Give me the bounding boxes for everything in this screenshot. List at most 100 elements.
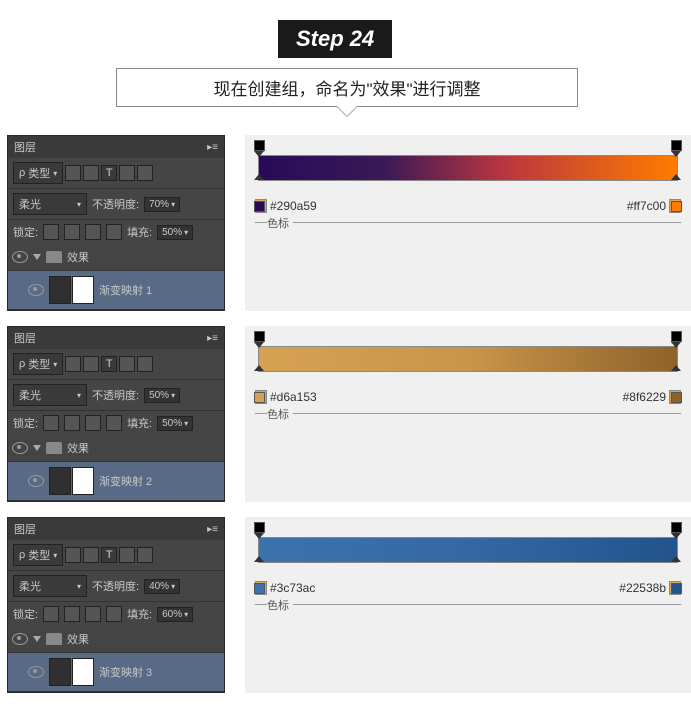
opacity-stop-left[interactable] xyxy=(254,140,265,156)
filter-type-dropdown[interactable]: ρ类型▾ xyxy=(13,544,63,566)
filter-type-dropdown[interactable]: ρ类型▾ xyxy=(13,162,63,184)
panel-title-text: 图层 xyxy=(14,521,36,537)
visibility-eye-icon[interactable] xyxy=(28,475,44,487)
mask-thumb xyxy=(72,276,94,304)
opacity-stop-right[interactable] xyxy=(671,331,682,347)
group-name: 效果 xyxy=(67,249,89,265)
filter-adjust-icon[interactable] xyxy=(83,547,99,563)
fill-label: 填充: xyxy=(127,415,152,431)
opacity-value[interactable]: 50%▾ xyxy=(144,388,180,403)
layer-row[interactable]: 渐变映射 1 xyxy=(8,271,224,310)
adjustment-thumb xyxy=(49,276,71,304)
adjustment-thumb xyxy=(49,658,71,686)
filter-smart-icon[interactable] xyxy=(137,165,153,181)
gradient-bar[interactable] xyxy=(258,537,678,563)
opacity-label: 不透明度: xyxy=(92,578,139,594)
filter-smart-icon[interactable] xyxy=(137,547,153,563)
blend-mode-dropdown[interactable]: 柔光▾ xyxy=(13,575,87,597)
layers-list: 效果 渐变映射 3 xyxy=(8,626,224,692)
disclosure-triangle-icon[interactable] xyxy=(33,445,41,451)
lock-pos-icon[interactable] xyxy=(85,224,101,240)
color-stop-left[interactable] xyxy=(254,562,265,578)
lock-row: 锁定: 填充: 50%▾ xyxy=(8,219,224,244)
gradient-bar[interactable] xyxy=(258,346,678,372)
color-stop-right[interactable] xyxy=(671,562,682,578)
lock-pixel-icon[interactable] xyxy=(64,224,80,240)
color-stop-left[interactable] xyxy=(254,371,265,387)
panel-menu-icon[interactable]: ▸≡ xyxy=(207,333,218,344)
fill-value[interactable]: 60%▾ xyxy=(157,607,193,622)
mask-thumb xyxy=(72,658,94,686)
group-row[interactable]: 效果 xyxy=(8,244,224,271)
folder-icon xyxy=(46,442,62,454)
fill-value[interactable]: 50%▾ xyxy=(157,416,193,431)
group-row[interactable]: 效果 xyxy=(8,626,224,653)
lock-row: 锁定: 填充: 50%▾ xyxy=(8,410,224,435)
blend-mode-dropdown[interactable]: 柔光▾ xyxy=(13,193,87,215)
hex-row: #d6a153 #8f6229 xyxy=(255,388,681,410)
color-stop-left[interactable] xyxy=(254,180,265,196)
lock-all-icon[interactable] xyxy=(106,606,122,622)
filter-shape-icon[interactable] xyxy=(119,165,135,181)
layer-thumbs xyxy=(49,467,94,495)
layers-panel-2: 图层▸≡ ρ类型▾ T 柔光▾ 不透明度: 50%▾ 锁定: 填充: 50%▾ … xyxy=(7,326,225,502)
color-stops-section: 色标 xyxy=(255,413,681,440)
blend-mode-dropdown[interactable]: 柔光▾ xyxy=(13,384,87,406)
lock-row: 锁定: 填充: 60%▾ xyxy=(8,601,224,626)
opacity-value[interactable]: 40%▾ xyxy=(144,579,180,594)
lock-all-icon[interactable] xyxy=(106,415,122,431)
lock-label: 锁定: xyxy=(13,606,38,622)
gradient-bar[interactable] xyxy=(258,155,678,181)
visibility-eye-icon[interactable] xyxy=(12,251,28,263)
layers-panel-3: 图层▸≡ ρ类型▾ T 柔光▾ 不透明度: 40%▾ 锁定: 填充: 60%▾ … xyxy=(7,517,225,693)
panel-menu-icon[interactable]: ▸≡ xyxy=(207,142,218,153)
opacity-stop-left[interactable] xyxy=(254,522,265,538)
blend-row: 柔光▾ 不透明度: 70%▾ xyxy=(8,188,224,219)
layer-row[interactable]: 渐变映射 2 xyxy=(8,462,224,501)
lock-pos-icon[interactable] xyxy=(85,606,101,622)
filter-pixel-icon[interactable] xyxy=(65,165,81,181)
visibility-eye-icon[interactable] xyxy=(28,666,44,678)
color-stop-right[interactable] xyxy=(671,371,682,387)
filter-type-icon[interactable]: T xyxy=(101,547,117,563)
filter-pixel-icon[interactable] xyxy=(65,547,81,563)
filter-adjust-icon[interactable] xyxy=(83,356,99,372)
fill-value[interactable]: 50%▾ xyxy=(157,225,193,240)
filter-toolbar: ρ类型▾ T xyxy=(8,158,224,188)
lock-all-icon[interactable] xyxy=(106,224,122,240)
gradient-editor-3: #3c73ac #22538b 色标 xyxy=(245,517,691,693)
lock-pos-icon[interactable] xyxy=(85,415,101,431)
opacity-value[interactable]: 70%▾ xyxy=(144,197,180,212)
disclosure-triangle-icon[interactable] xyxy=(33,636,41,642)
lock-trans-icon[interactable] xyxy=(43,415,59,431)
filter-pixel-icon[interactable] xyxy=(65,356,81,372)
lock-trans-icon[interactable] xyxy=(43,606,59,622)
visibility-eye-icon[interactable] xyxy=(28,284,44,296)
layer-row[interactable]: 渐变映射 3 xyxy=(8,653,224,692)
panel-menu-icon[interactable]: ▸≡ xyxy=(207,524,218,535)
blend-row: 柔光▾ 不透明度: 50%▾ xyxy=(8,379,224,410)
lock-trans-icon[interactable] xyxy=(43,224,59,240)
filter-adjust-icon[interactable] xyxy=(83,165,99,181)
lock-pixel-icon[interactable] xyxy=(64,606,80,622)
layer-name: 渐变映射 1 xyxy=(99,282,152,298)
instruction-text: 现在创建组，命名为"效果"进行调整 xyxy=(116,68,578,107)
blend-row: 柔光▾ 不透明度: 40%▾ xyxy=(8,570,224,601)
opacity-stop-right[interactable] xyxy=(671,140,682,156)
opacity-stop-right[interactable] xyxy=(671,522,682,538)
panel-title: 图层▸≡ xyxy=(8,136,224,158)
filter-smart-icon[interactable] xyxy=(137,356,153,372)
filter-shape-icon[interactable] xyxy=(119,547,135,563)
opacity-stop-left[interactable] xyxy=(254,331,265,347)
filter-shape-icon[interactable] xyxy=(119,356,135,372)
visibility-eye-icon[interactable] xyxy=(12,442,28,454)
filter-type-dropdown[interactable]: ρ类型▾ xyxy=(13,353,63,375)
filter-type-icon[interactable]: T xyxy=(101,356,117,372)
filter-type-icon[interactable]: T xyxy=(101,165,117,181)
group-row[interactable]: 效果 xyxy=(8,435,224,462)
lock-pixel-icon[interactable] xyxy=(64,415,80,431)
disclosure-triangle-icon[interactable] xyxy=(33,254,41,260)
visibility-eye-icon[interactable] xyxy=(12,633,28,645)
color-stop-right[interactable] xyxy=(671,180,682,196)
opacity-label: 不透明度: xyxy=(92,196,139,212)
